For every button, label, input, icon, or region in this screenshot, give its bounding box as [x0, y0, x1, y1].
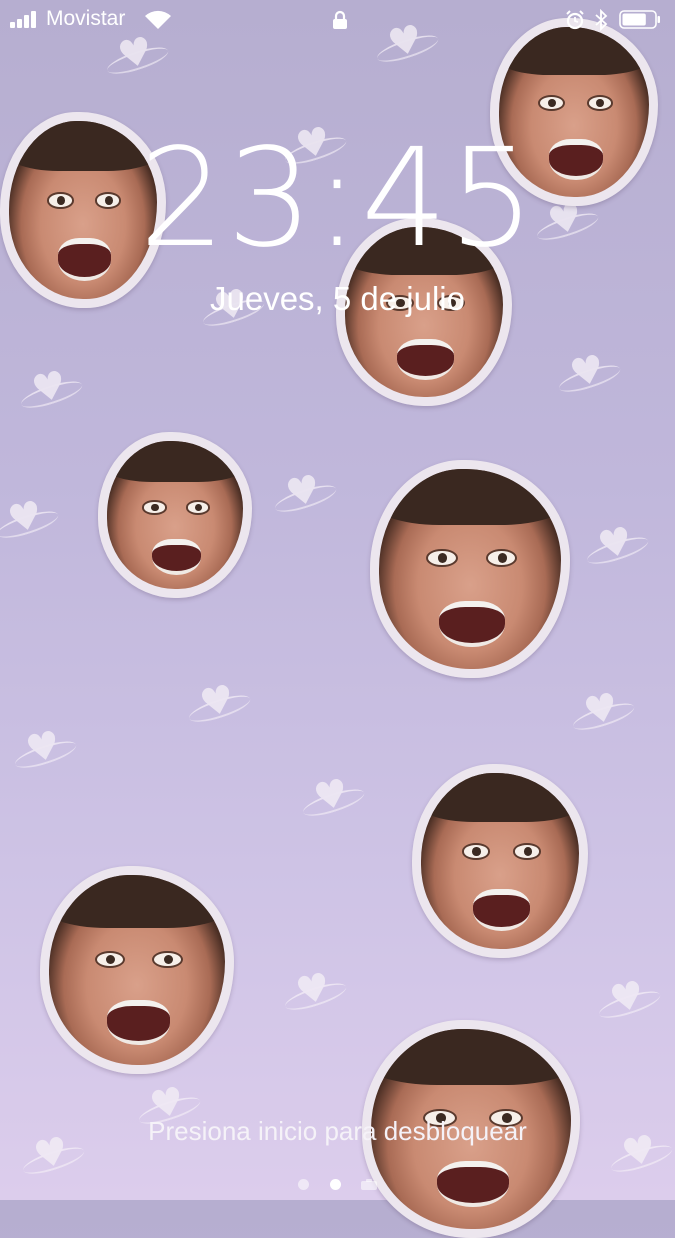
- face-sticker: [370, 460, 570, 678]
- signal-strength-icon: [10, 11, 42, 28]
- face-sticker: [98, 432, 252, 598]
- heart-doodle: ♥: [579, 683, 623, 735]
- page-dot[interactable]: [298, 1179, 310, 1191]
- alarm-icon: [566, 10, 584, 30]
- heart-doodle: ♥: [291, 963, 335, 1015]
- status-bar: Movistar: [0, 0, 675, 40]
- heart-doodle: ♥: [21, 721, 65, 773]
- page-dot-active[interactable]: [329, 1179, 341, 1191]
- battery-icon: [619, 10, 660, 29]
- heart-doodle: ♥: [593, 517, 637, 569]
- lock-screen-time: 23:45: [139, 120, 536, 278]
- lock-icon: [333, 10, 347, 29]
- face-sticker: [412, 764, 588, 958]
- heart-doodle: ♥: [195, 675, 239, 727]
- heart-doodle: ♥: [27, 361, 71, 413]
- carrier-name: Movistar: [46, 7, 126, 30]
- heart-doodle: ♥: [3, 491, 47, 543]
- bluetooth-icon: [595, 9, 608, 31]
- camera-icon[interactable]: [360, 1179, 377, 1191]
- page-indicator[interactable]: [0, 1176, 675, 1192]
- wifi-icon: [145, 10, 171, 29]
- heart-doodle: ♥: [565, 345, 609, 397]
- face-sticker: [40, 866, 234, 1074]
- heart-doodle: ♥: [281, 465, 325, 517]
- unlock-hint: Presiona inicio para desbloquear: [148, 1116, 527, 1146]
- lock-screen-date: Jueves, 5 de julio: [210, 280, 465, 317]
- heart-doodle: ♥: [309, 769, 353, 821]
- heart-doodle: ♥: [605, 971, 649, 1023]
